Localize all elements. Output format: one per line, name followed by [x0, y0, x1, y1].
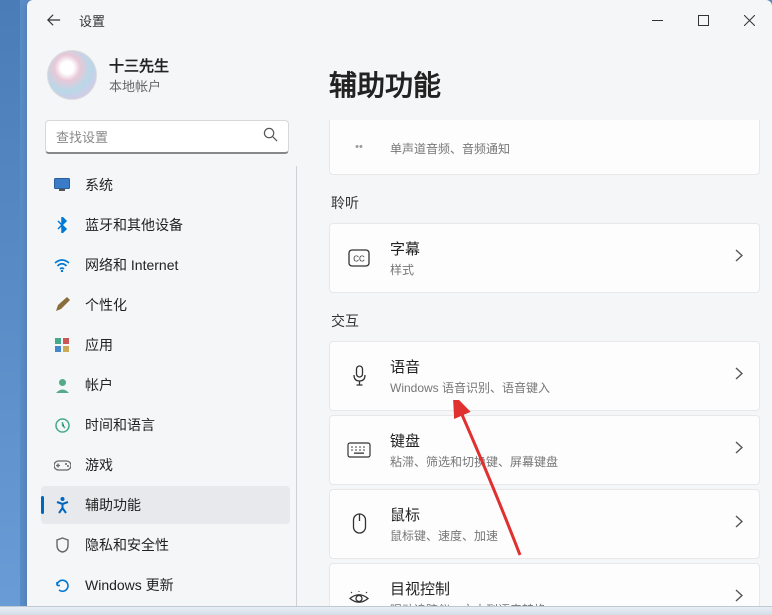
section-hearing: 聆听: [331, 193, 760, 213]
card-speech[interactable]: 语音 Windows 语音识别、语音键入: [329, 341, 760, 411]
card-sub: 样式: [390, 261, 717, 278]
card-title: 键盘: [390, 430, 717, 451]
avatar: [47, 50, 97, 100]
svg-text:CC: CC: [353, 255, 365, 264]
sidebar-item-label: 帐户: [85, 375, 113, 395]
close-button[interactable]: [726, 0, 772, 40]
sidebar-item-label: 网络和 Internet: [85, 255, 178, 275]
back-button[interactable]: [39, 5, 69, 35]
sidebar-item-label: 系统: [85, 175, 113, 195]
taskbar: [0, 606, 772, 615]
search-input[interactable]: 查找设置: [45, 120, 289, 154]
sidebar-item-label: 隐私和安全性: [85, 535, 169, 555]
window-title: 设置: [79, 11, 105, 30]
microphone-icon: [346, 363, 372, 389]
profile-name: 十三先生: [109, 55, 169, 76]
card-eye-control[interactable]: 目视控制 眼动追踪仪、文本到语音转换: [329, 563, 760, 606]
card-title: 鼠标: [390, 504, 717, 525]
privacy-icon: [53, 536, 71, 554]
sidebar-item-apps[interactable]: 应用: [41, 326, 290, 364]
card-sub: 单声道音频、音频通知: [390, 140, 743, 157]
page-title: 辅助功能: [329, 64, 760, 104]
card-sub: 粘滞、筛选和切换键、屏幕键盘: [390, 453, 717, 470]
card-keyboard[interactable]: 键盘 粘滞、筛选和切换键、屏幕键盘: [329, 415, 760, 485]
time-icon: [53, 416, 71, 434]
minimize-button[interactable]: [634, 0, 680, 40]
system-icon: [53, 176, 71, 194]
personalize-icon: [53, 296, 71, 314]
accounts-icon: [53, 376, 71, 394]
search-placeholder: 查找设置: [56, 127, 263, 146]
card-title: 目视控制: [390, 578, 717, 599]
sidebar-item-personalize[interactable]: 个性化: [41, 286, 290, 324]
accessibility-icon: [53, 496, 71, 514]
captions-icon: CC: [346, 245, 372, 271]
chevron-right-icon: [735, 589, 743, 606]
nav: 系统 蓝牙和其他设备 网络和 Internet 个性化 应用: [41, 166, 297, 606]
maximize-button[interactable]: [680, 0, 726, 40]
search-icon: [263, 127, 278, 147]
sidebar-item-label: 个性化: [85, 295, 127, 315]
maximize-icon: [698, 15, 709, 26]
sidebar-item-label: 游戏: [85, 455, 113, 475]
section-interaction: 交互: [331, 311, 760, 331]
close-icon: [744, 15, 755, 26]
titlebar: 设置: [27, 0, 772, 40]
sidebar-item-label: 蓝牙和其他设备: [85, 215, 183, 235]
chevron-right-icon: [735, 441, 743, 459]
sidebar-item-label: 应用: [85, 335, 113, 355]
card-sub: Windows 语音识别、语音键入: [390, 379, 717, 396]
sidebar-item-label: 时间和语言: [85, 415, 155, 435]
chevron-right-icon: [735, 367, 743, 385]
sidebar-item-time[interactable]: 时间和语言: [41, 406, 290, 444]
card-title: 语音: [390, 356, 717, 377]
profile[interactable]: 十三先生 本地帐户: [41, 50, 297, 114]
sidebar-item-bluetooth[interactable]: 蓝牙和其他设备: [41, 206, 290, 244]
sidebar-item-network[interactable]: 网络和 Internet: [41, 246, 290, 284]
apps-icon: [53, 336, 71, 354]
minimize-icon: [652, 15, 663, 26]
card-audio-partial[interactable]: •• 单声道音频、音频通知: [329, 120, 760, 175]
sidebar-item-update[interactable]: Windows 更新: [41, 566, 290, 604]
card-captions[interactable]: CC 字幕 样式: [329, 223, 760, 293]
sidebar-item-accounts[interactable]: 帐户: [41, 366, 290, 404]
sidebar-item-privacy[interactable]: 隐私和安全性: [41, 526, 290, 564]
card-title: 字幕: [390, 238, 717, 259]
network-icon: [53, 256, 71, 274]
gaming-icon: [53, 456, 71, 474]
sidebar-item-system[interactable]: 系统: [41, 166, 290, 204]
eye-icon: [346, 585, 372, 606]
sidebar-item-gaming[interactable]: 游戏: [41, 446, 290, 484]
chevron-right-icon: [735, 249, 743, 267]
sidebar-item-accessibility[interactable]: 辅助功能: [41, 486, 290, 524]
audio-icon: ••: [346, 134, 372, 160]
keyboard-icon: [346, 437, 372, 463]
profile-account-type: 本地帐户: [109, 76, 169, 95]
card-sub: 鼠标键、速度、加速: [390, 527, 717, 544]
mouse-icon: [346, 511, 372, 537]
bluetooth-icon: [53, 216, 71, 234]
sidebar-item-label: 辅助功能: [85, 495, 141, 515]
update-icon: [53, 576, 71, 594]
sidebar-item-label: Windows 更新: [85, 575, 174, 595]
arrow-left-icon: [47, 13, 61, 27]
card-mouse[interactable]: 鼠标 鼠标键、速度、加速: [329, 489, 760, 559]
chevron-right-icon: [735, 515, 743, 533]
